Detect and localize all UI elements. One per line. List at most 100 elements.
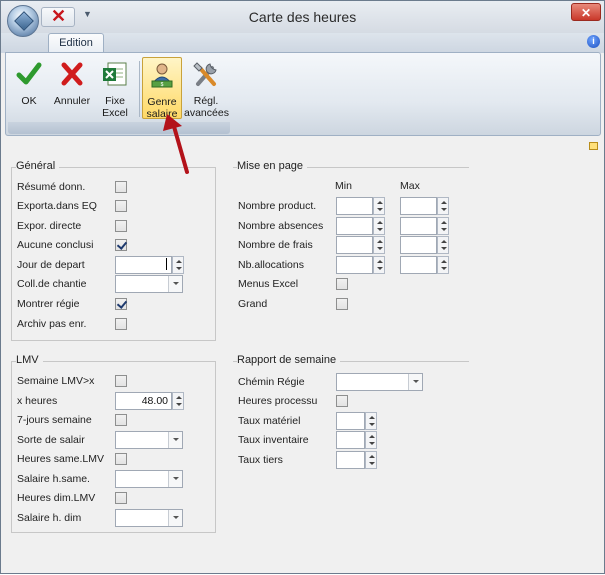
rapport-label-taux-tiers: Taux tiers xyxy=(238,454,283,466)
taux-tiers-spinner[interactable] xyxy=(365,451,377,469)
window-title: Carte des heures xyxy=(248,9,357,25)
general-label-coll-chantier: Coll.de chantie xyxy=(17,278,87,290)
chevron-down-icon[interactable] xyxy=(408,374,422,390)
jour-depart-spinner[interactable] xyxy=(172,256,184,274)
rapport-group-title: Rapport de semaine xyxy=(237,354,341,366)
general-label-archiv: Archiv pas enr. xyxy=(17,318,87,330)
heures-same-checkbox[interactable] xyxy=(115,453,127,465)
advanced-settings-button[interactable]: Régl. avancées xyxy=(184,57,229,119)
allocations-min-spinner[interactable] xyxy=(373,256,385,274)
semaine-lmv-checkbox[interactable] xyxy=(115,375,127,387)
tab-edition[interactable]: Edition xyxy=(48,33,104,53)
general-label-resume: Résumé donn. xyxy=(17,181,86,193)
general-label-export-eq: Exporta.dans EQ xyxy=(17,200,97,212)
mise-label-frais: Nombre de frais xyxy=(238,239,313,251)
general-label-export-direct: Expor. directe xyxy=(17,220,82,232)
mise-label-menus-excel: Menus Excel xyxy=(238,278,299,290)
allocations-max-input[interactable] xyxy=(400,256,437,274)
general-label-jour-depart: Jour de depart xyxy=(17,259,85,271)
chevron-down-icon[interactable] xyxy=(168,471,182,487)
taux-materiel-input[interactable] xyxy=(336,412,365,430)
panel-pin-icon[interactable] xyxy=(589,142,598,150)
export-excel-label-line1: Fixe xyxy=(105,95,125,107)
wage-type-button[interactable]: $ Genre salaire xyxy=(142,57,182,120)
advanced-settings-label-line1: Régl. xyxy=(193,95,219,107)
check-icon xyxy=(16,62,42,85)
frais-min-input[interactable] xyxy=(336,236,373,254)
ok-label: OK xyxy=(21,95,37,107)
taux-inventaire-input[interactable] xyxy=(336,431,365,449)
general-checkbox-archiv[interactable] xyxy=(115,318,127,330)
frais-max-spinner[interactable] xyxy=(437,236,449,254)
export-excel-label: Fixe Excel xyxy=(96,95,134,119)
export-excel-label-line2: Excel xyxy=(102,107,128,119)
heures-dim-checkbox[interactable] xyxy=(115,492,127,504)
chevron-down-icon[interactable] xyxy=(168,276,182,292)
frais-min-spinner[interactable] xyxy=(373,236,385,254)
wage-type-label: Genre salaire xyxy=(143,96,181,120)
general-group-title: Général xyxy=(16,160,60,172)
general-checkbox-export-direct[interactable] xyxy=(115,220,127,232)
rapport-group: Rapport de semaine Chémin Régie Heures p… xyxy=(233,354,469,474)
product-min-input[interactable] xyxy=(336,197,373,215)
general-label-montrer-regie: Montrer régie xyxy=(17,298,80,310)
rapport-label-taux-materiel: Taux matériel xyxy=(238,415,301,427)
general-checkbox-aucune-conclusion[interactable] xyxy=(115,239,127,251)
app-menu-orb-icon[interactable] xyxy=(7,5,39,37)
absences-min-input[interactable] xyxy=(336,217,373,235)
rapport-label-taux-inventaire: Taux inventaire xyxy=(238,434,309,446)
chemin-regie-combo[interactable] xyxy=(336,373,423,391)
grand-checkbox[interactable] xyxy=(336,298,348,310)
text-caret xyxy=(166,258,167,270)
product-min-spinner[interactable] xyxy=(373,197,385,215)
ok-button[interactable]: OK xyxy=(10,57,48,119)
coll-chantier-combo[interactable] xyxy=(115,275,183,293)
absences-min-spinner[interactable] xyxy=(373,217,385,235)
product-max-input[interactable] xyxy=(400,197,437,215)
allocations-max-spinner[interactable] xyxy=(437,256,449,274)
allocations-min-input[interactable] xyxy=(336,256,373,274)
salaire-dim-combo[interactable] xyxy=(115,509,183,527)
cancel-label: Annuler xyxy=(53,95,91,107)
wage-type-label-line2: salaire xyxy=(146,108,178,120)
svg-text:$: $ xyxy=(161,82,164,88)
taux-inventaire-spinner[interactable] xyxy=(365,431,377,449)
lmv-label-sorte-salaire: Sorte de salair xyxy=(17,434,85,446)
help-info-icon[interactable]: i xyxy=(587,35,600,48)
taux-tiers-input[interactable] xyxy=(336,451,365,469)
chevron-down-icon[interactable] xyxy=(168,510,182,526)
lmv-label-salaire-same: Salaire h.same. xyxy=(17,473,90,485)
absences-max-input[interactable] xyxy=(400,217,437,235)
sorte-salaire-combo[interactable] xyxy=(115,431,183,449)
general-group: Général Résumé donn. Exporta.dans EQ Exp… xyxy=(11,160,218,341)
taux-materiel-spinner[interactable] xyxy=(365,412,377,430)
product-max-spinner[interactable] xyxy=(437,197,449,215)
close-button[interactable]: ✕ xyxy=(571,3,601,21)
general-group-border xyxy=(11,167,216,341)
chevron-down-icon[interactable] xyxy=(168,432,182,448)
sept-jours-checkbox[interactable] xyxy=(115,414,127,426)
rapport-label-heures-processus: Heures processu xyxy=(238,395,318,407)
excel-icon xyxy=(103,62,127,86)
column-header-max: Max xyxy=(400,180,420,192)
mise-label-grand: Grand xyxy=(238,298,268,310)
jour-depart-input[interactable] xyxy=(115,256,172,274)
general-checkbox-montrer-regie[interactable] xyxy=(115,298,127,310)
x-heures-input[interactable]: 48.00 xyxy=(115,392,172,410)
menus-excel-checkbox[interactable] xyxy=(336,278,348,290)
heures-processus-checkbox[interactable] xyxy=(336,395,348,407)
x-heures-spinner[interactable] xyxy=(172,392,184,410)
cube-icon xyxy=(14,11,34,31)
general-checkbox-export-eq[interactable] xyxy=(115,200,127,212)
absences-max-spinner[interactable] xyxy=(437,217,449,235)
cancel-button[interactable]: Annuler xyxy=(50,57,94,119)
lmv-group: LMV Semaine LMV>x x heures 48.00 7-jours… xyxy=(11,354,218,533)
mise-label-allocations: Nb.allocations xyxy=(238,259,304,271)
general-checkbox-resume[interactable] xyxy=(115,181,127,193)
ribbon-group: OK Annuler Fixe Excel $ Genre salaire Ré… xyxy=(8,55,229,121)
export-excel-button[interactable]: Fixe Excel xyxy=(96,57,134,119)
lmv-label-7-jours: 7-jours semaine xyxy=(17,414,92,426)
frais-max-input[interactable] xyxy=(400,236,437,254)
salaire-same-combo[interactable] xyxy=(115,470,183,488)
lmv-label-heures-same: Heures same.LMV xyxy=(17,453,104,465)
